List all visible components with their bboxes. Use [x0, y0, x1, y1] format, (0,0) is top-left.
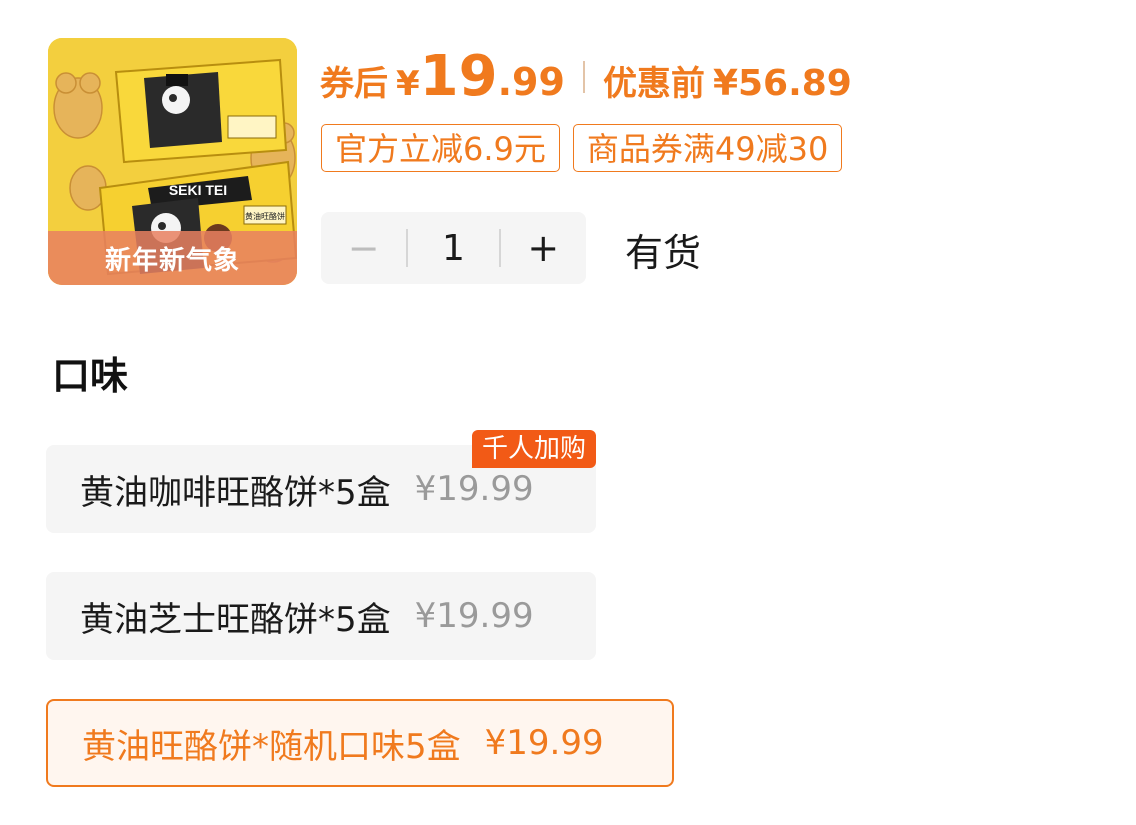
promo-tag-official-discount: 官方立减6.9元	[321, 124, 560, 172]
flavor-option-price: ¥19.99	[414, 596, 534, 636]
product-thumbnail[interactable]: SEKI TEI 黄油旺酪饼 新年新气象	[48, 38, 297, 285]
quantity-value[interactable]: 1	[408, 228, 499, 269]
flavor-option-price: ¥19.99	[484, 723, 604, 763]
price-divider	[582, 61, 585, 93]
flavor-option-coffee[interactable]: 黄油咖啡旺酪饼*5盒 ¥19.99 千人加购	[46, 430, 596, 533]
increase-quantity-button[interactable]: +	[501, 226, 586, 270]
flavor-option-cheese[interactable]: 黄油芝士旺酪饼*5盒 ¥19.99	[46, 572, 596, 660]
before-discount-label: 优惠前	[602, 64, 705, 104]
box-brand-text: SEKI TEI	[169, 182, 227, 198]
price-row: 券后 ¥ 19 .99 优惠前 ¥56.89	[320, 44, 852, 110]
before-discount-price: ¥56.89	[712, 63, 852, 104]
flavor-option-random[interactable]: 黄油旺酪饼*随机口味5盒 ¥19.99	[46, 699, 674, 787]
flavor-option-name: 黄油咖啡旺酪饼*5盒	[80, 472, 391, 513]
flavor-option-name: 黄油旺酪饼*随机口味5盒	[82, 726, 461, 767]
thumbnail-banner: 新年新气象	[48, 231, 297, 285]
after-coupon-price-decimal: .99	[497, 60, 565, 104]
currency-symbol: ¥	[396, 64, 420, 104]
flavor-option-price: ¥19.99	[414, 469, 534, 509]
after-coupon-price-integer: 19	[419, 44, 498, 109]
decrease-quantity-button[interactable]: −	[321, 226, 406, 270]
promo-tag-coupon: 商品券满49减30	[572, 124, 843, 172]
after-coupon-label: 券后	[320, 64, 388, 104]
quantity-stepper: − 1 +	[321, 212, 586, 284]
promotion-tags: 官方立减6.9元 商品券满49减30	[321, 124, 843, 172]
popular-badge: 千人加购	[471, 430, 596, 468]
flavor-section-title: 口味	[52, 354, 129, 398]
box-label-text: 黄油旺酪饼	[245, 211, 285, 221]
flavor-option-name: 黄油芝士旺酪饼*5盒	[80, 599, 391, 640]
stock-status: 有货	[625, 231, 702, 275]
